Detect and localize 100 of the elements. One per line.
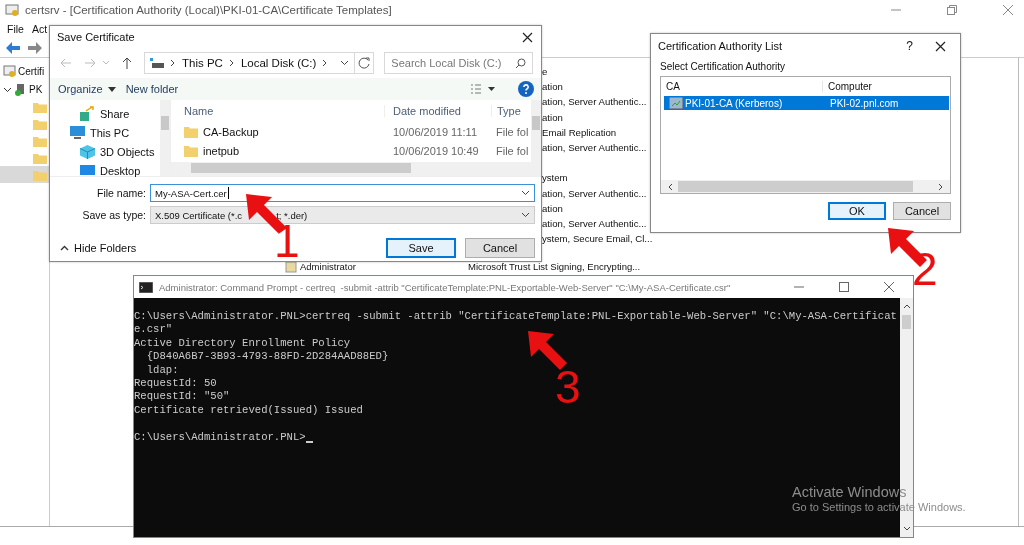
view-options-icon[interactable] [470, 83, 496, 95]
dialog-button[interactable]: Cancel [465, 238, 535, 258]
back-icon[interactable] [5, 40, 21, 55]
field-label: File name: [95, 187, 146, 199]
share-icon [80, 106, 95, 121]
nav-item[interactable]: Share [100, 107, 130, 120]
restore-icon[interactable] [946, 4, 958, 16]
chevron-up-icon [60, 245, 69, 251]
table-cell-text: ation, Server Authentic... [542, 216, 647, 231]
dialog-title: Certification Authority List [658, 40, 783, 52]
chevron-right-icon [170, 59, 176, 67]
console-line: Active Directory Enrollment Policy [134, 336, 352, 351]
close-icon[interactable] [935, 40, 946, 52]
table-cell-text: 10/06/2019 10:49 [392, 144, 480, 157]
file-name[interactable]: CA-Backup [203, 125, 259, 138]
pointer-arrow [528, 331, 568, 371]
column-header[interactable]: Computer [822, 80, 950, 92]
new-folder-button[interactable]: New folder [125, 83, 179, 95]
window-title: Administrator: Command Prompt - certreq -submit -attrib "CertificateTemplate:PNL-Exportable-Web-Server" "C:\My-ASA-Certificate.csr" [159, 281, 731, 293]
chevron-down-icon[interactable] [340, 60, 350, 66]
certificate-icon [5, 3, 19, 17]
help-button[interactable]: ? [906, 39, 913, 53]
up-arrow-icon[interactable] [122, 57, 132, 69]
computer-icon [70, 126, 85, 139]
scrollbar[interactable] [531, 100, 541, 176]
nav-item[interactable]: This PC [90, 126, 130, 139]
search-icon [515, 57, 526, 69]
search-field[interactable]: Search Local Disk (C:) [384, 52, 533, 74]
hide-folders-button[interactable]: Hide Folders [60, 242, 137, 254]
file-name[interactable]: inetpub [203, 144, 240, 157]
table-cell-text: ation [542, 201, 563, 216]
window-title: certsrv - [Certification Authority (Local)\PKI-01-CA\Certificate Templates] [25, 4, 392, 16]
nav-item[interactable]: 3D Objects [100, 145, 155, 158]
close-icon[interactable] [522, 31, 533, 43]
cube-icon [80, 144, 95, 159]
table-cell-text: ystem [542, 171, 568, 186]
table-cell: PKI-01-CA (Kerberos) [685, 97, 783, 109]
chevron-left-icon[interactable] [667, 182, 673, 191]
console-line: Certificate retrieved(Issued) Issued [134, 403, 364, 418]
chevron-right-icon[interactable] [938, 182, 944, 191]
help-icon[interactable] [518, 81, 534, 97]
dialog-button[interactable]: Cancel [893, 202, 951, 220]
table-cell-text: ation, Server Authentic... [542, 95, 647, 110]
table-cell-text: ation, Server Authentic... [542, 140, 647, 155]
console-line: {D840A6B7-3B93-4793-88FD-2D284AAD88ED} [145, 350, 390, 364]
refresh-icon[interactable] [355, 52, 375, 74]
nav-item[interactable]: Desktop [100, 164, 141, 177]
list-label: Select Certification Authority [660, 61, 787, 74]
terminal-icon [139, 281, 153, 293]
file-type-dropdown[interactable]: X.509 Certificate (*.c t; *.der) [150, 206, 535, 224]
folder-icon [184, 125, 198, 138]
caret-down-icon [107, 86, 116, 92]
column-header[interactable]: CA [661, 80, 822, 92]
back-icon[interactable] [60, 58, 72, 68]
forward-icon[interactable] [27, 40, 43, 55]
console-line: e.csr" [134, 323, 174, 337]
address-bar[interactable]: This PC Local Disk (C:) [144, 52, 356, 74]
dialog-title: Save Certificate [57, 31, 135, 43]
file-name-field[interactable]: My-ASA-Cert.cer [150, 184, 535, 202]
table-cell-text: ation, Server Authentic... [542, 186, 647, 201]
table-cell-text: 10/06/2019 11:11 [392, 125, 478, 138]
template-icon [285, 260, 297, 273]
maximize-icon[interactable] [838, 281, 850, 293]
scrollbar[interactable] [160, 100, 170, 176]
chevron-right-icon [228, 59, 235, 67]
table-cell-text: Administrator [300, 261, 357, 273]
table-cell-text: ystem, Secure Email, Cl... [542, 232, 653, 247]
field-label: Save as type: [81, 209, 146, 221]
column-header[interactable]: Name [171, 105, 384, 117]
folder-icon [184, 144, 198, 157]
breadcrumb-item[interactable]: This PC [182, 57, 223, 69]
column-header[interactable]: e [542, 64, 548, 80]
dialog-button[interactable]: OK [828, 202, 886, 220]
chevron-down-icon[interactable] [521, 190, 530, 196]
list-row[interactable]: PKI-01-CA (Kerberos) PKI-02.pnl.com [664, 96, 949, 110]
scrollbar[interactable] [661, 180, 950, 193]
tree-item[interactable]: PK [29, 83, 43, 95]
chevron-up-icon[interactable] [902, 303, 911, 309]
breadcrumb-item[interactable]: Local Disk (C:) [240, 57, 317, 69]
console-line: C:\Users\Administrator.PNL>certreq -submit -attrib "CertificateTemplate:PNL-Exportable-Web-Server" "C:\My-ASA-Certificat [134, 310, 898, 324]
column-header[interactable]: Date modified [384, 105, 491, 117]
dialog-button[interactable]: Save [386, 238, 456, 258]
console-line: RequestId: "50" [134, 390, 231, 404]
organize-button[interactable]: Organize [58, 83, 116, 95]
desktop-icon [80, 164, 95, 177]
forward-icon[interactable] [84, 58, 96, 68]
table-cell-text: Email Replication [542, 125, 617, 140]
table-cell: Microsoft Trust List Signing, Encrypting... [468, 261, 641, 273]
annotation-number: 3 [555, 364, 581, 410]
chevron-down-icon[interactable] [521, 212, 530, 218]
menu-item[interactable]: File [7, 23, 24, 35]
server-icon [669, 97, 683, 109]
chevron-right-icon [322, 59, 329, 67]
certificate-icon [3, 64, 16, 78]
scroll-thumb[interactable] [902, 315, 911, 329]
menu-item[interactable]: Act [31, 23, 48, 35]
chevron-down-icon[interactable] [902, 526, 911, 532]
console-line: RequestId: 50 [134, 376, 218, 391]
drive-icon [150, 58, 164, 68]
tree-item[interactable]: Certifi [18, 65, 45, 77]
